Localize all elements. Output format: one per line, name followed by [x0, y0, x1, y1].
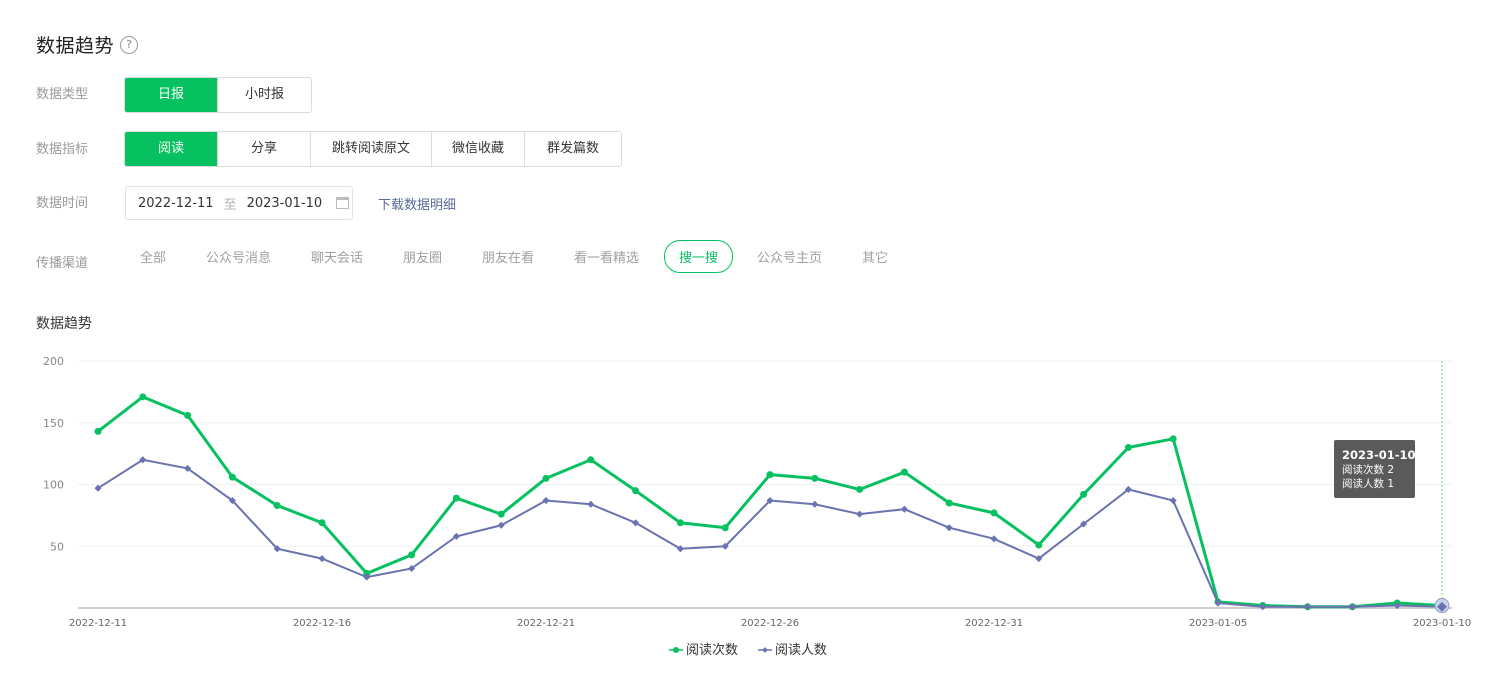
- channel-tab[interactable]: 看一看精选: [574, 247, 639, 266]
- date-start[interactable]: 2022-12-11: [138, 196, 214, 211]
- series-line-2: [97, 458, 1443, 608]
- data-type-label: 数据类型: [36, 87, 89, 102]
- chart-section-title: 数据趋势: [36, 316, 92, 332]
- series-2-point: [318, 555, 326, 563]
- tooltip-line1: 阅读次数 2: [1342, 463, 1394, 476]
- date-range-picker[interactable]: 2022-12-11 至 2023-01-10: [125, 186, 353, 220]
- trend-chart: 50 100 150 200 2022-12-11 2022-12-16 2022-12-2…: [43, 355, 1471, 658]
- legend-marker: [762, 647, 768, 653]
- help-icon[interactable]: ?: [120, 36, 138, 54]
- channel-tab[interactable]: 公众号消息: [206, 247, 271, 266]
- series-2-point: [900, 505, 908, 513]
- series-2-point: [811, 500, 819, 508]
- tooltip-line2: 阅读人数 1: [1342, 477, 1394, 490]
- series-1-point: [632, 487, 640, 495]
- y-tick-label: 100: [43, 479, 64, 492]
- legend-marker: [673, 647, 679, 653]
- series-1-point: [184, 411, 192, 419]
- series-2-point: [856, 510, 864, 518]
- channel-tab[interactable]: 朋友在看: [482, 247, 534, 266]
- metric-label: 数据指标: [36, 142, 89, 157]
- series-1-point: [1124, 443, 1132, 451]
- series-2-point: [990, 535, 998, 543]
- data-type-option[interactable]: 小时报: [218, 78, 311, 112]
- data-type-option[interactable]: 日报: [125, 78, 218, 112]
- metric-option[interactable]: 群发篇数: [525, 132, 621, 166]
- series-1-point: [1080, 490, 1088, 498]
- series-1-point: [721, 524, 729, 532]
- metric-option[interactable]: 分享: [218, 132, 311, 166]
- series-1-point: [452, 494, 460, 502]
- channel-tab[interactable]: 公众号主页: [757, 247, 822, 266]
- series-1-point: [990, 509, 998, 517]
- x-tick-label: 2023-01-05: [1189, 618, 1247, 629]
- series-2-point: [945, 524, 953, 532]
- series-1-point: [676, 519, 684, 527]
- date-end[interactable]: 2023-01-10: [247, 196, 323, 211]
- x-tick-label: 2022-12-11: [69, 618, 127, 629]
- x-tick-label: 2022-12-31: [965, 618, 1023, 629]
- series-2-point: [1169, 497, 1177, 505]
- y-tick-label: 150: [43, 417, 64, 430]
- series-1-point: [139, 393, 147, 401]
- series-1-point: [228, 473, 236, 481]
- channel-tab[interactable]: 聊天会话: [311, 247, 363, 266]
- series-1-point: [542, 474, 550, 482]
- channel-tab[interactable]: 朋友圈: [403, 247, 442, 266]
- series-2-point: [587, 500, 595, 508]
- series-1-point: [1169, 435, 1177, 443]
- series-1-point: [856, 485, 864, 493]
- date-label: 数据时间: [36, 196, 89, 211]
- series-1-point: [318, 519, 326, 527]
- download-link[interactable]: 下载数据明细: [378, 194, 456, 213]
- metric-option[interactable]: 阅读: [125, 132, 218, 166]
- x-tick-label: 2023-01-10: [1413, 618, 1471, 629]
- calendar-icon[interactable]: [336, 197, 350, 209]
- series-1-point: [94, 427, 102, 435]
- legend-label: 阅读次数: [686, 642, 738, 658]
- series-1-point: [766, 471, 774, 479]
- channel-label: 传播渠道: [36, 256, 89, 271]
- series-1-point: [408, 551, 416, 559]
- channel-tab[interactable]: 搜一搜: [664, 240, 734, 273]
- y-tick-label: 50: [50, 540, 64, 553]
- series-1-point: [811, 474, 819, 482]
- x-tick-label: 2022-12-16: [293, 618, 351, 629]
- data-type-segment: 日报 小时报: [124, 77, 312, 113]
- metric-option[interactable]: 跳转阅读原文: [311, 132, 432, 166]
- series-1-point: [900, 468, 908, 476]
- page-title: 数据趋势: [36, 35, 115, 57]
- x-tick-label: 2022-12-21: [517, 618, 575, 629]
- channel-tab[interactable]: 全部: [140, 247, 166, 266]
- date-separator: 至: [223, 197, 237, 213]
- tooltip-date: 2023-01-10: [1342, 448, 1416, 462]
- metric-segment: 阅读 分享 跳转阅读原文 微信收藏 群发篇数: [124, 131, 622, 167]
- series-1-point: [1035, 541, 1043, 549]
- y-tick-label: 200: [43, 355, 64, 368]
- channel-tab[interactable]: 其它: [862, 247, 888, 266]
- metric-option[interactable]: 微信收藏: [432, 132, 525, 166]
- x-tick-label: 2022-12-26: [741, 618, 799, 629]
- series-1-point: [587, 456, 595, 464]
- series-1-point: [273, 501, 281, 509]
- series-1-point: [945, 499, 953, 507]
- legend-label: 阅读人数: [775, 643, 827, 658]
- series-1-point: [497, 510, 505, 518]
